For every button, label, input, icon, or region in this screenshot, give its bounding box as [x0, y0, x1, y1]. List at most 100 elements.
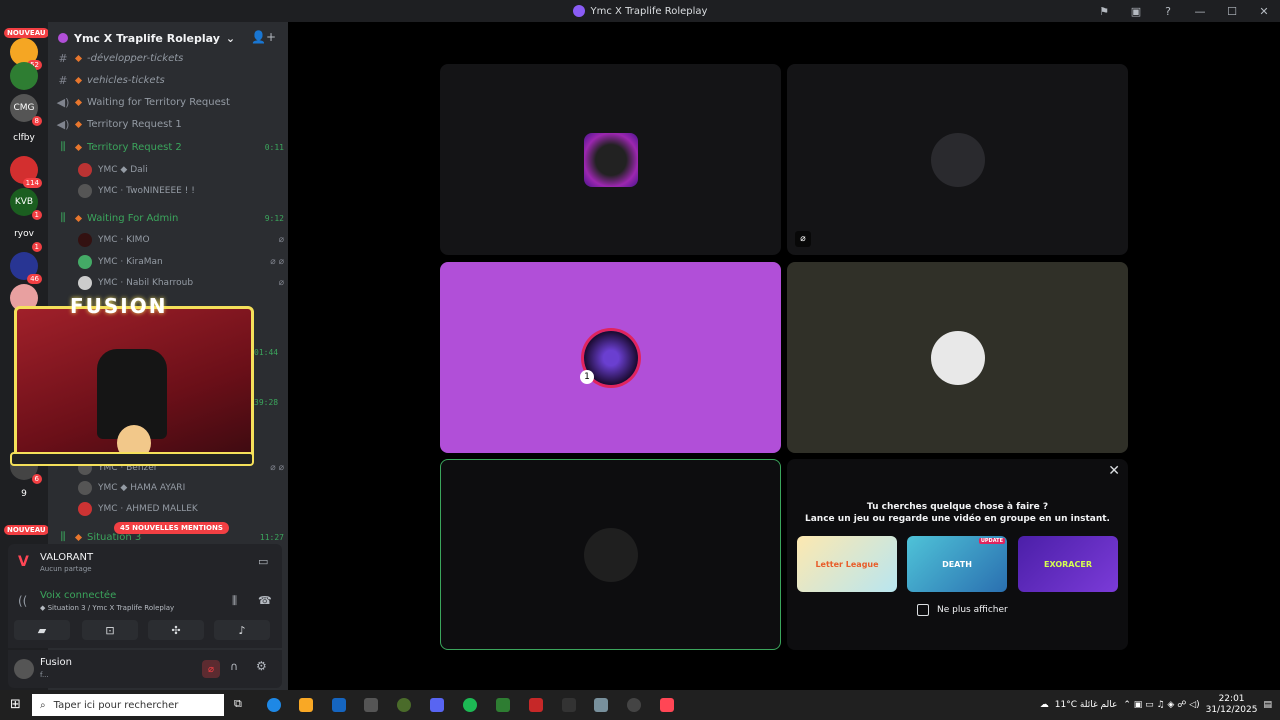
settings-gear-icon[interactable]: ⚙ — [256, 659, 267, 673]
channel-item[interactable]: # vehicles-tickets — [56, 70, 284, 90]
notification-icon[interactable]: ▤ — [1263, 700, 1272, 710]
add-user-icon[interactable]: 👤+ — [251, 30, 276, 44]
mute-mic-icon[interactable]: ⌀ — [202, 660, 220, 678]
app-icon[interactable] — [397, 698, 411, 712]
voice-user[interactable]: YMC · KIMO ⌀ — [78, 230, 284, 250]
spotify-icon[interactable] — [463, 698, 477, 712]
voice-channel-item[interactable]: ◀) Waiting for Territory Request — [56, 92, 284, 112]
voice-timer: 01:44 — [254, 348, 279, 357]
participant-tile[interactable] — [787, 262, 1128, 453]
avatar — [78, 233, 92, 247]
taskbar-search-input[interactable]: ⌕ Taper ici pour rechercher — [32, 694, 224, 716]
noise-suppression-icon[interactable]: ⫼ — [232, 594, 237, 608]
edge-browser-icon[interactable] — [267, 698, 281, 712]
server-icon[interactable] — [10, 62, 38, 90]
guild-name: Ymc X Traplife Roleplay — [74, 31, 220, 45]
server-icon[interactable]: 114 — [10, 156, 42, 188]
server-icon[interactable]: clfby — [10, 124, 38, 152]
activity-heading: Tu cherches quelque chose à faire ? — [866, 502, 1049, 512]
disconnect-icon[interactable]: ☎ — [258, 594, 272, 607]
server-icon[interactable]: 46 — [10, 252, 42, 284]
avatar[interactable] — [14, 659, 34, 679]
participant-tile[interactable] — [440, 64, 781, 255]
dont-show-again-checkbox[interactable]: Ne plus afficher — [917, 604, 1008, 616]
file-explorer-icon[interactable] — [299, 698, 313, 712]
server-icon[interactable]: CMG 8 — [10, 94, 42, 126]
hash-icon: # — [58, 73, 68, 87]
inbox-icon[interactable]: ⚑ — [1088, 5, 1120, 18]
tray-icons[interactable]: ⌃ ▣ ▭ ♫ ◈ ☍ ◁) — [1123, 700, 1199, 710]
soundboard-button[interactable]: ♪ — [214, 620, 270, 640]
death-by-ai-activity[interactable]: DEATH UPDATE — [907, 536, 1007, 592]
avatar — [583, 527, 638, 582]
checkbox[interactable] — [917, 604, 929, 616]
voice-activity-icon: ⫼ — [60, 211, 66, 224]
store-icon[interactable] — [364, 698, 378, 712]
username: Fusion — [40, 657, 72, 668]
user-panel: Fusion f... ⌀ ∩ ⚙ — [8, 650, 282, 688]
voice-connection-panel: (( Voix connectée ◆ Situation 3 / Ymc X … — [8, 580, 282, 648]
game-name: VALORANT — [40, 552, 94, 563]
voice-user[interactable]: YMC ◆ Dali — [78, 160, 284, 180]
app-icon[interactable] — [627, 698, 641, 712]
voice-user[interactable]: YMC · Nabil Kharroub ⌀ — [78, 273, 284, 293]
camera-off-icon: ▰ — [37, 623, 47, 637]
help-icon[interactable]: ? — [1152, 5, 1184, 18]
muted-mic-icon: ⌀ ⌀ — [270, 257, 284, 267]
maximize-icon[interactable]: ☐ — [1216, 5, 1248, 18]
new-badge: NOUVEAU — [4, 525, 49, 535]
valorant-icon[interactable] — [660, 698, 674, 712]
server-logo-icon — [572, 5, 585, 17]
windows-start-icon[interactable]: ⊞ — [10, 697, 21, 712]
diamond-icon — [74, 76, 83, 84]
window-icon[interactable]: ▣ — [1120, 5, 1152, 18]
camera-toggle-button[interactable]: ▰ — [14, 620, 70, 640]
diamond-icon — [74, 54, 83, 62]
clock-time: 22:01 — [1218, 694, 1245, 704]
speaker-icon: ◀) — [56, 117, 70, 131]
clock[interactable]: 22:01 31/12/2025 — [1206, 694, 1258, 716]
letter-league-activity[interactable]: Letter League — [797, 536, 897, 592]
system-tray: ☁ 11°C عالم غائلة ⌃ ▣ ▭ ♫ ◈ ☍ ◁) 22:01 3… — [1040, 690, 1272, 720]
discord-icon[interactable] — [430, 698, 444, 712]
screen-share-icon[interactable]: ▭ — [258, 555, 268, 568]
activity-subheading: Lance un jeu ou regarde une vidéo en gro… — [805, 514, 1110, 524]
voice-channel-item[interactable]: ⫼ Territory Request 2 0:11 — [56, 137, 284, 157]
outlook-icon[interactable] — [332, 698, 346, 712]
server-icon[interactable]: KVB 1 — [10, 188, 42, 220]
screen-share-button[interactable]: ⊡ — [82, 620, 138, 640]
voice-channel-item[interactable]: ◀) Territory Request 1 — [56, 114, 284, 134]
app-icon[interactable] — [529, 698, 543, 712]
voice-user[interactable]: YMC ◆ HAMA AYARI — [78, 478, 284, 498]
minimize-icon[interactable]: — — [1184, 5, 1216, 18]
channel-item[interactable]: # -développer-tickets — [56, 48, 284, 68]
voice-user[interactable]: YMC · TwoNINEEEE ! ! — [78, 181, 284, 201]
headphones-icon[interactable]: ∩ — [230, 660, 238, 673]
task-view-icon[interactable]: ⧉ — [234, 697, 242, 711]
voice-user[interactable]: YMC · KiraMan ⌀ ⌀ — [78, 252, 284, 272]
window-title: Ymc X Traplife Roleplay — [590, 5, 708, 17]
participant-tile[interactable]: ⌀ — [787, 64, 1128, 255]
muted-mic-icon: ⌀ — [278, 235, 284, 245]
close-icon[interactable]: ✕ — [1248, 5, 1280, 18]
participant-tile-self[interactable] — [440, 459, 781, 650]
exoracer-activity[interactable]: EXORACER — [1018, 536, 1118, 592]
close-icon[interactable]: ✕ — [1108, 463, 1120, 479]
app-icon[interactable] — [496, 698, 510, 712]
avatar — [583, 132, 638, 187]
muted-mic-icon: ⌀ — [795, 231, 811, 247]
server-icon[interactable]: 9 — [10, 480, 38, 508]
new-mentions-pill[interactable]: 45 NOUVELLES MENTIONS — [114, 522, 229, 534]
user-status: f... — [40, 671, 49, 679]
streak-badge-icon: 1 — [580, 370, 594, 384]
voice-status: Voix connectée — [40, 590, 117, 601]
app-icon[interactable] — [562, 698, 576, 712]
voice-user[interactable]: YMC · AHMED MALLEK — [78, 499, 284, 519]
weather-icon[interactable]: ☁ — [1040, 700, 1049, 710]
voice-channel-item[interactable]: ⫼ Waiting For Admin 9:12 — [56, 208, 284, 228]
app-icon[interactable] — [594, 698, 608, 712]
activities-button[interactable]: ✣ — [148, 620, 204, 640]
participant-tile-speaking[interactable]: 1 — [440, 262, 781, 453]
server-icon[interactable]: ryov 1 — [10, 220, 42, 252]
diamond-icon — [74, 533, 83, 541]
